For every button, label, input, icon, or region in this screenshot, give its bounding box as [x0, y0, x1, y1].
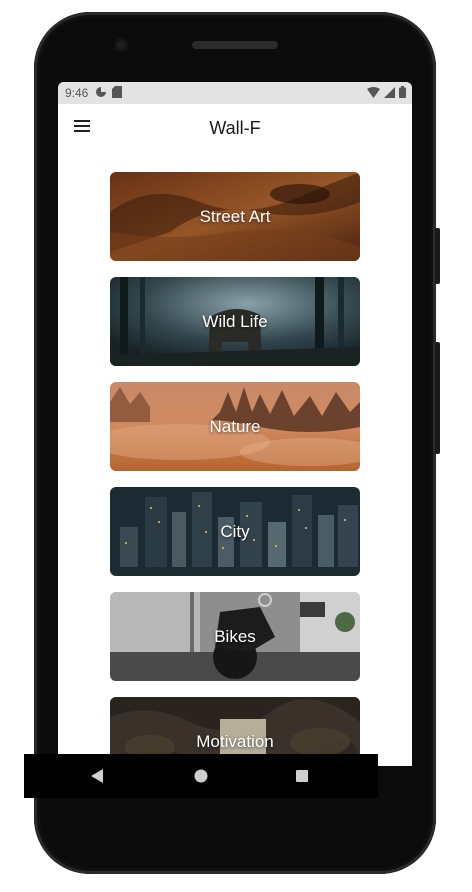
navigation-bar	[24, 754, 378, 798]
status-bar: 9:46	[58, 82, 412, 104]
volume-buttons	[435, 342, 440, 454]
status-time: 9:46	[65, 86, 89, 100]
wifi-icon	[367, 86, 380, 101]
category-card-city[interactable]: City	[110, 487, 360, 576]
app-title: Wall-F	[209, 118, 261, 138]
status-right-icons	[367, 86, 406, 101]
category-card-nature[interactable]: Nature	[110, 382, 360, 471]
category-label: Wild Life	[202, 311, 268, 331]
category-label: Bikes	[214, 626, 256, 646]
recents-square-icon[interactable]	[295, 768, 309, 787]
phone-frame: 9:46 Wall-F Street Art Wild Life Nature …	[34, 12, 440, 874]
category-label: City	[220, 521, 250, 541]
category-label: Street Art	[199, 206, 271, 226]
category-card-wild-life[interactable]: Wild Life	[110, 277, 360, 366]
battery-icon	[399, 86, 406, 101]
category-card-bikes[interactable]: Bikes	[110, 592, 360, 681]
category-card-street-art[interactable]: Street Art	[110, 172, 360, 261]
signal-icon	[384, 86, 395, 101]
app-bar: Wall-F	[58, 104, 412, 154]
home-circle-icon[interactable]	[193, 768, 209, 788]
back-triangle-icon[interactable]	[90, 768, 104, 788]
power-button	[435, 228, 440, 284]
screen: 9:46 Wall-F Street Art Wild Life Nature …	[58, 82, 412, 766]
front-camera	[114, 38, 128, 52]
sd-card-icon	[112, 85, 123, 101]
data-saver-icon	[95, 86, 107, 101]
earpiece-speaker	[192, 41, 278, 49]
category-label: Nature	[209, 416, 261, 436]
